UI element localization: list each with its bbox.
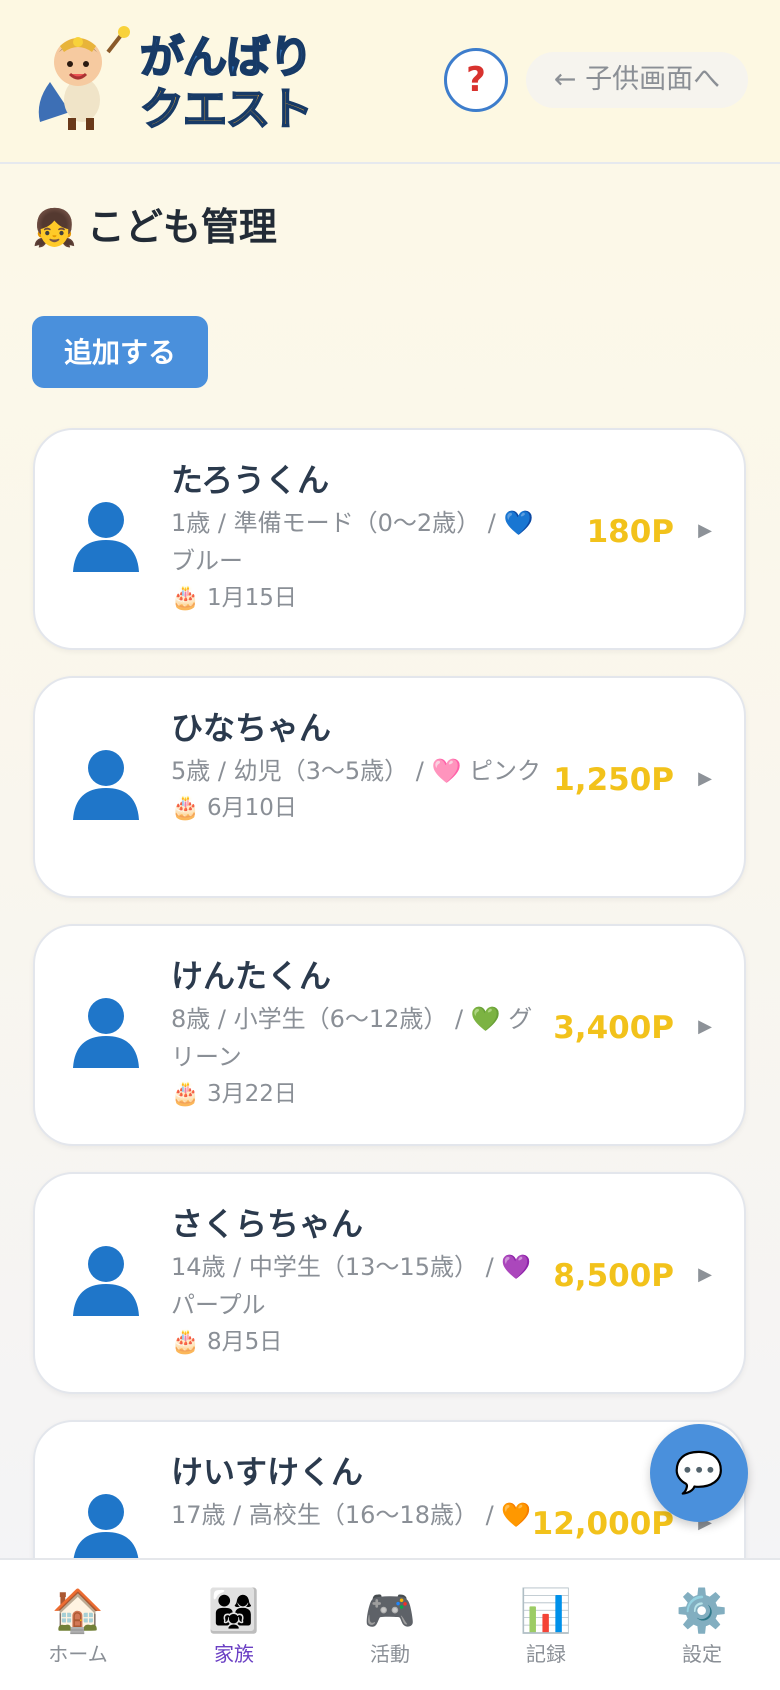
back-to-child-screen-button[interactable]: ← 子供画面へ [526, 52, 748, 108]
child-detail: 5歳 / 幼児（3〜5歳） / 🩷 ピンク [171, 757, 542, 785]
nav-item-family[interactable]: 👨‍👩‍👧 家族 [156, 1560, 312, 1690]
child-detail: 1歳 / 準備モード（0〜2歳） / 💙 ブルー [171, 509, 534, 575]
chevron-right-icon: ▶ [698, 520, 712, 541]
child-points: 3,400P [553, 1010, 674, 1046]
nav-label: 家族 [214, 1642, 254, 1666]
child-points: 180P [586, 514, 674, 550]
chevron-right-icon: ▶ [698, 768, 712, 789]
child-name: さくらちゃん [171, 1205, 364, 1243]
nav-item-settings[interactable]: ⚙️ 設定 [624, 1560, 780, 1690]
nav-label: 記録 [526, 1642, 566, 1666]
child-points: 1,250P [553, 762, 674, 798]
help-button[interactable]: ? [444, 48, 508, 112]
person-icon [71, 500, 141, 572]
chevron-right-icon: ▶ [698, 1016, 712, 1037]
child-birthday: 🎂 1月15日 [171, 585, 297, 611]
settings-icon: ⚙️ [675, 1586, 729, 1635]
nav-label: ホーム [48, 1642, 108, 1666]
activity-icon: 🎮 [363, 1586, 417, 1635]
logo-line-1: がんばり [139, 31, 314, 84]
child-card[interactable]: けんたくん 8歳 / 小学生（6〜12歳） / 💚 グリーン 🎂 3月22日 3… [33, 924, 746, 1146]
nav-item-home[interactable]: 🏠 ホーム [0, 1560, 156, 1690]
nav-item-activity[interactable]: 🎮 活動 [312, 1560, 468, 1690]
page-title-text: こども管理 [86, 205, 277, 249]
child-info: けんたくん 8歳 / 小学生（6〜12歳） / 💚 グリーン 🎂 3月22日 [171, 956, 551, 1112]
child-name: たろうくん [171, 461, 330, 499]
person-icon [71, 748, 141, 820]
child-info: たろうくん 1歳 / 準備モード（0〜2歳） / 💙 ブルー 🎂 1月15日 [171, 460, 551, 616]
page-title: 👧 こども管理 [32, 196, 277, 251]
child-card[interactable]: さくらちゃん 14歳 / 中学生（13〜15歳） / 💜 パープル 🎂 8月5日… [33, 1172, 746, 1394]
child-birthday: 🎂 8月5日 [171, 1329, 283, 1355]
child-card[interactable]: ひなちゃん 5歳 / 幼児（3〜5歳） / 🩷 ピンク 🎂 6月10日 1,25… [33, 676, 746, 898]
hero-character-icon [38, 26, 130, 130]
child-detail: 14歳 / 中学生（13〜15歳） / 💜 パープル [171, 1253, 532, 1319]
child-info: けいすけくん 17歳 / 高校生（16〜18歳） / 🧡 [171, 1452, 551, 1534]
app-header: がんばり クエスト ? ← 子供画面へ [0, 0, 780, 164]
child-points: 12,000P [531, 1506, 674, 1542]
nav-label: 活動 [370, 1642, 410, 1666]
child-name: ひなちゃん [171, 709, 332, 747]
person-icon [71, 1244, 141, 1316]
child-card[interactable]: たろうくん 1歳 / 準備モード（0〜2歳） / 💙 ブルー 🎂 1月15日 1… [33, 428, 746, 650]
child-birthday: 🎂 3月22日 [171, 1081, 297, 1107]
app-logo[interactable]: がんばり クエスト [30, 22, 320, 138]
child-name: けいすけくん [171, 1453, 364, 1491]
home-icon: 🏠 [51, 1586, 105, 1635]
nav-label: 設定 [682, 1642, 722, 1666]
child-name: けんたくん [171, 957, 332, 995]
child-info: ひなちゃん 5歳 / 幼児（3〜5歳） / 🩷 ピンク 🎂 6月10日 [171, 708, 551, 826]
nav-item-records[interactable]: 📊 記録 [468, 1560, 624, 1690]
child-detail: 8歳 / 小学生（6〜12歳） / 💚 グリーン [171, 1005, 533, 1071]
girl-icon: 👧 [32, 208, 77, 249]
add-child-button[interactable]: 追加する [32, 316, 208, 388]
child-detail: 17歳 / 高校生（16〜18歳） / 🧡 [171, 1501, 532, 1529]
child-birthday: 🎂 6月10日 [171, 795, 297, 821]
children-list: たろうくん 1歳 / 準備モード（0〜2歳） / 💙 ブルー 🎂 1月15日 1… [33, 428, 748, 1668]
family-icon: 👨‍👩‍👧 [207, 1586, 261, 1635]
records-icon: 📊 [519, 1586, 573, 1635]
person-icon [71, 996, 141, 1068]
bottom-nav: 🏠 ホーム 👨‍👩‍👧 家族 🎮 活動 📊 記録 ⚙️ 設定 [0, 1558, 780, 1690]
child-points: 8,500P [553, 1258, 674, 1294]
logo-line-2: クエスト [139, 83, 314, 136]
chevron-right-icon: ▶ [698, 1264, 712, 1285]
chat-button[interactable]: 💬 [650, 1424, 748, 1522]
chat-bubble-icon: 💬 [674, 1450, 724, 1496]
person-icon [71, 1492, 141, 1564]
child-info: さくらちゃん 14歳 / 中学生（13〜15歳） / 💜 パープル 🎂 8月5日 [171, 1204, 551, 1360]
logo-wordmark: がんばり クエスト [139, 31, 314, 136]
